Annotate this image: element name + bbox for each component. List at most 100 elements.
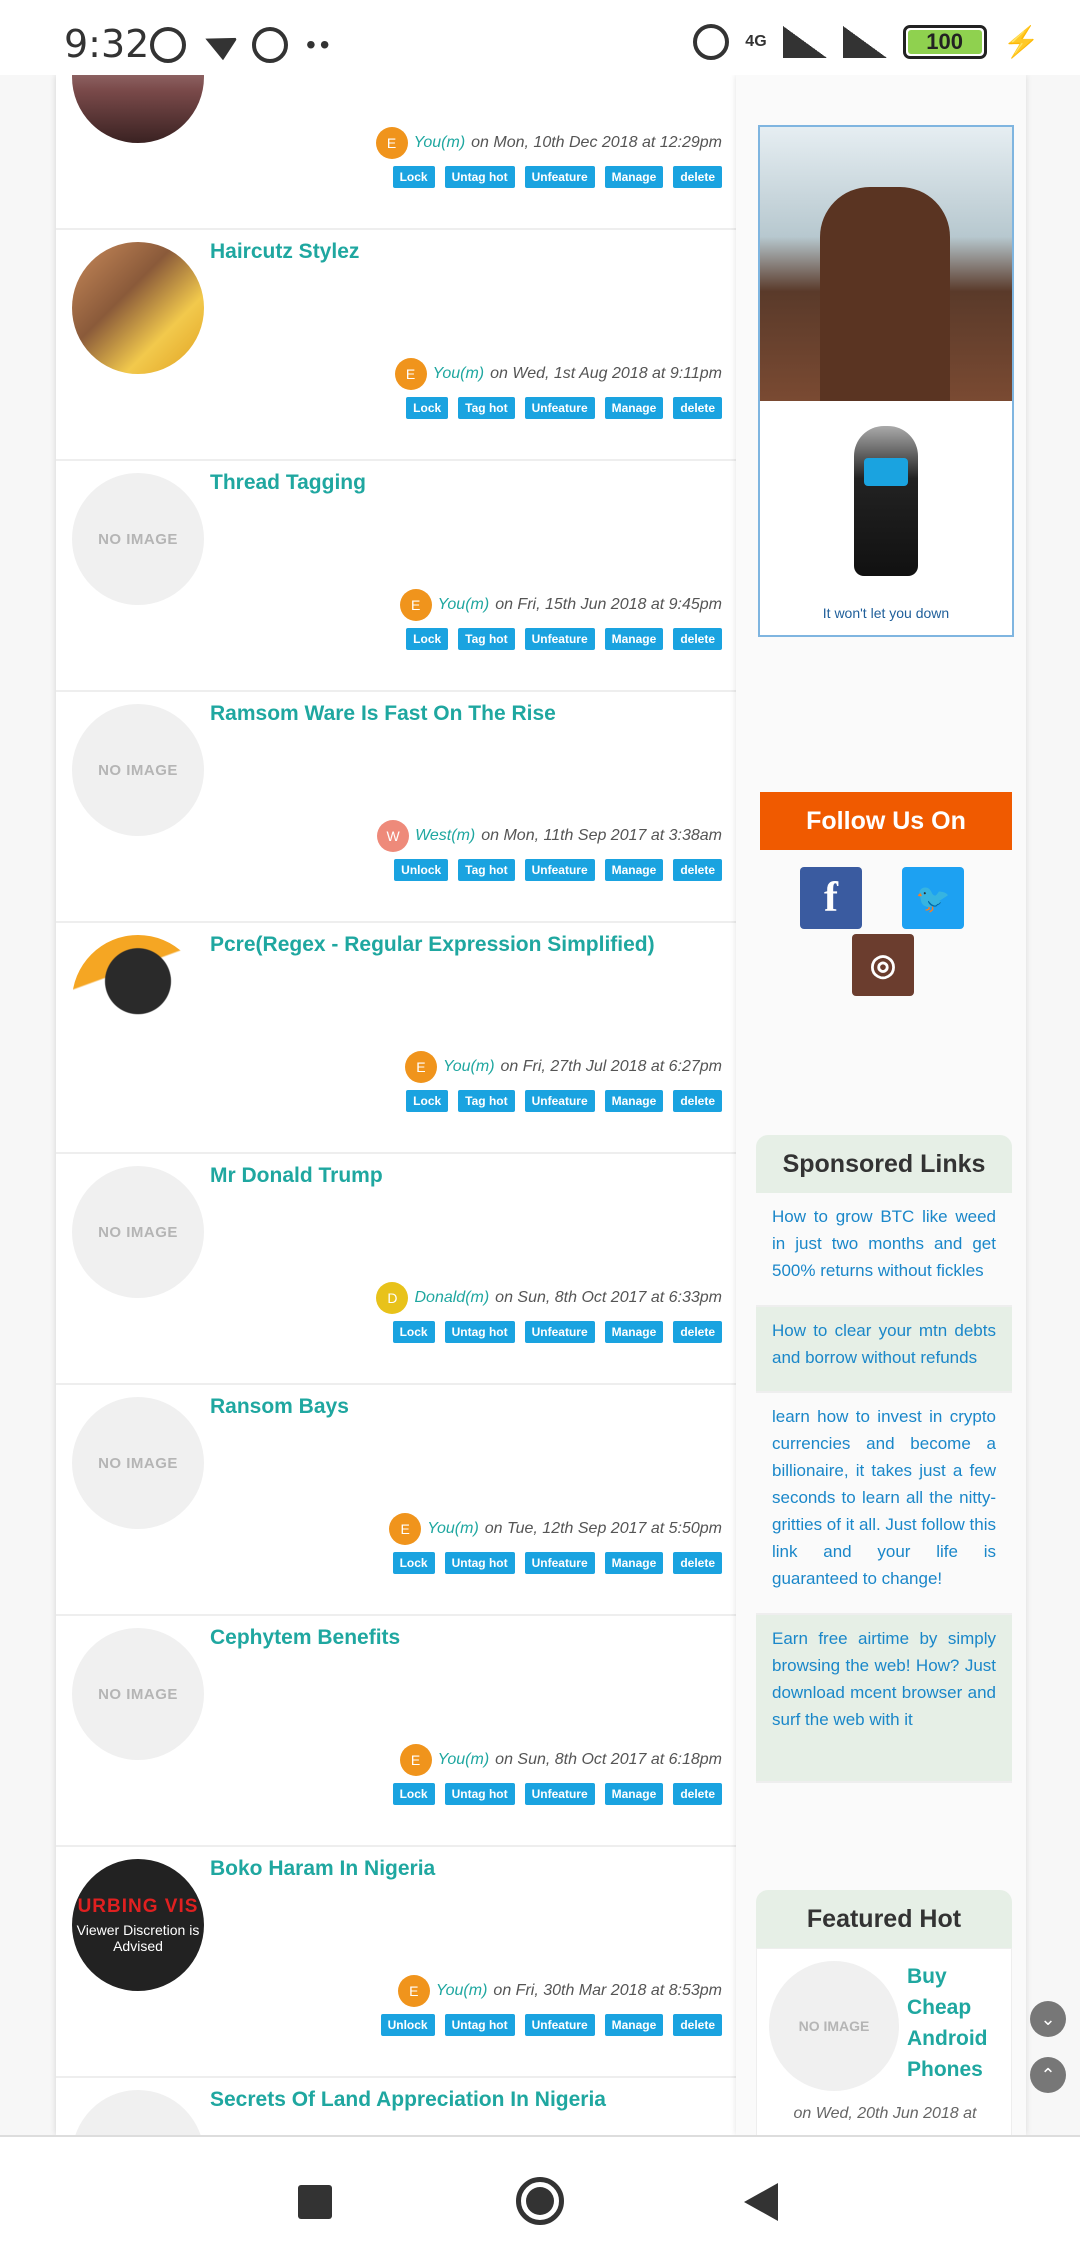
thread-thumbnail[interactable] (72, 242, 204, 374)
manage-button[interactable]: Manage (604, 397, 664, 419)
user-avatar[interactable]: W (377, 820, 410, 852)
thread-author[interactable]: You(m) (414, 134, 466, 152)
unfeature-button[interactable]: Unfeature (524, 2014, 595, 2036)
user-avatar[interactable]: E (375, 127, 408, 159)
lock-button[interactable]: Lock (406, 397, 449, 419)
untag-hot-button[interactable]: Untag hot (444, 1783, 515, 1805)
unfeature-button[interactable]: Unfeature (524, 1552, 595, 1574)
user-avatar[interactable]: E (397, 1975, 430, 2007)
thread-author[interactable]: You(m) (438, 1751, 490, 1769)
thread-author[interactable]: You(m) (438, 596, 490, 614)
thread-author[interactable]: You(m) (427, 1520, 479, 1538)
user-avatar[interactable]: D (376, 1282, 409, 1314)
sponsored-link[interactable]: learn how to invest in crypto currencies… (756, 1393, 1012, 1615)
untag-hot-button[interactable]: Untag hot (444, 2014, 515, 2036)
delete-button[interactable]: delete (673, 166, 722, 188)
scroll-up-button[interactable]: ⌃ (1030, 2057, 1066, 2093)
unfeature-button[interactable]: Unfeature (524, 1783, 595, 1805)
instagram-icon[interactable]: ◎ (852, 934, 914, 996)
lock-button[interactable]: Lock (392, 1552, 435, 1574)
thread-row[interactable]: NO IMAGE Ramsom Ware Is Fast On The Rise W… (56, 692, 736, 923)
thread-title[interactable]: Boko Haram In Nigeria (210, 1857, 435, 1881)
thread-author[interactable]: You(m) (443, 1058, 495, 1076)
thread-title[interactable]: Cephytem Benefits (210, 1626, 400, 1650)
thread-thumbnail[interactable]: NO IMAGE (72, 2090, 204, 2135)
user-avatar[interactable]: E (389, 1513, 422, 1545)
manage-button[interactable]: Manage (604, 166, 664, 188)
unfeature-button[interactable]: Unfeature (524, 1321, 595, 1343)
thread-title[interactable]: Ramsom Ware Is Fast On The Rise (210, 702, 556, 726)
thread-thumbnail[interactable]: NO IMAGE (72, 704, 204, 836)
manage-button[interactable]: Manage (604, 628, 664, 650)
featured-hot-item[interactable]: NO IMAGE Buy Cheap Android Phones on Wed… (756, 1948, 1012, 2135)
manage-button[interactable]: Manage (604, 2014, 664, 2036)
delete-button[interactable]: delete (673, 397, 722, 419)
unfeature-button[interactable]: Unfeature (524, 628, 595, 650)
thread-row[interactable]: NO IMAGE Mr Donald Trump D Donald(m) on Sun,… (56, 1154, 736, 1385)
thread-title[interactable]: Ransom Bays (210, 1395, 349, 1419)
ad-banner[interactable]: It won't let you down (758, 125, 1014, 637)
thread-row[interactable]: NO IMAGE Cephytem Benefits E You(m) on Sun, … (56, 1616, 736, 1847)
facebook-icon[interactable]: f (800, 867, 862, 929)
thread-row[interactable]: NO IMAGE Ransom Bays E You(m) on Tue, 12th S… (56, 1385, 736, 1616)
thread-author[interactable]: West(m) (415, 827, 475, 845)
tag-hot-button[interactable]: Tag hot (458, 628, 515, 650)
thread-thumbnail[interactable] (72, 75, 204, 143)
delete-button[interactable]: delete (673, 1552, 722, 1574)
thread-row[interactable]: Pcre(Regex - Regular Expression Simplifi… (56, 923, 736, 1154)
delete-button[interactable]: delete (673, 859, 722, 881)
thread-row[interactable]: URBING VIS Viewer Discretion is Advised Bo… (56, 1847, 736, 2078)
sponsored-link[interactable]: Earn free airtime by simply browsing the… (756, 1615, 1012, 1783)
unfeature-button[interactable]: Unfeature (524, 166, 595, 188)
thread-title[interactable]: Secrets Of Land Appreciation In Nigeria (210, 2088, 606, 2112)
tag-hot-button[interactable]: Tag hot (458, 859, 515, 881)
featured-title[interactable]: Buy Cheap Android Phones (907, 1961, 1007, 2085)
manage-button[interactable]: Manage (604, 859, 664, 881)
sponsored-link[interactable]: How to grow BTC like weed in just two mo… (756, 1193, 1012, 1307)
manage-button[interactable]: Manage (604, 1090, 664, 1112)
untag-hot-button[interactable]: Untag hot (444, 166, 515, 188)
thread-row[interactable]: E You(m) on Mon, 10th Dec 2018 at 12:29pm L… (56, 75, 736, 230)
thread-title[interactable]: Pcre(Regex - Regular Expression Simplifi… (210, 933, 655, 957)
twitter-icon[interactable]: 🐦 (902, 867, 964, 929)
user-avatar[interactable]: E (399, 589, 432, 621)
unfeature-button[interactable]: Unfeature (524, 1090, 595, 1112)
unfeature-button[interactable]: Unfeature (524, 859, 595, 881)
thread-thumbnail[interactable]: NO IMAGE (72, 1628, 204, 1760)
scroll-down-button[interactable]: ⌄ (1030, 2001, 1066, 2037)
lock-button[interactable]: Lock (406, 1090, 449, 1112)
thread-thumbnail[interactable] (72, 935, 204, 1067)
sponsored-link[interactable]: How to clear your mtn debts and borrow w… (756, 1307, 1012, 1393)
unlock-button[interactable]: Unlock (394, 859, 449, 881)
thread-author[interactable]: Donald(m) (414, 1289, 489, 1307)
user-avatar[interactable]: E (399, 1744, 432, 1776)
delete-button[interactable]: delete (673, 1783, 722, 1805)
tag-hot-button[interactable]: Tag hot (458, 397, 515, 419)
thread-row[interactable]: Haircutz Stylez E You(m) on Wed, 1st Aug 20… (56, 230, 736, 461)
delete-button[interactable]: delete (673, 1090, 722, 1112)
unfeature-button[interactable]: Unfeature (524, 397, 595, 419)
thread-row[interactable]: NO IMAGE Thread Tagging E You(m) on Fri, 15t… (56, 461, 736, 692)
untag-hot-button[interactable]: Untag hot (444, 1321, 515, 1343)
lock-button[interactable]: Lock (392, 166, 435, 188)
thread-thumbnail[interactable]: URBING VIS Viewer Discretion is Advised (72, 1859, 204, 1991)
home-button[interactable] (516, 2177, 564, 2225)
manage-button[interactable]: Manage (604, 1552, 664, 1574)
unlock-button[interactable]: Unlock (380, 2014, 435, 2036)
thread-title[interactable]: Mr Donald Trump (210, 1164, 383, 1188)
thread-author[interactable]: You(m) (436, 1982, 488, 2000)
thread-thumbnail[interactable]: NO IMAGE (72, 1397, 204, 1529)
thread-row[interactable]: NO IMAGESecrets Of Land Appreciation In … (56, 2078, 736, 2135)
thread-thumbnail[interactable]: NO IMAGE (72, 473, 204, 605)
user-avatar[interactable]: E (394, 358, 427, 390)
tag-hot-button[interactable]: Tag hot (458, 1090, 515, 1112)
lock-button[interactable]: Lock (406, 628, 449, 650)
lock-button[interactable]: Lock (392, 1321, 435, 1343)
thread-title[interactable]: Thread Tagging (210, 471, 366, 495)
recent-apps-button[interactable] (298, 2185, 332, 2219)
thread-author[interactable]: You(m) (433, 365, 485, 383)
delete-button[interactable]: delete (673, 2014, 722, 2036)
delete-button[interactable]: delete (673, 1321, 722, 1343)
manage-button[interactable]: Manage (604, 1783, 664, 1805)
manage-button[interactable]: Manage (604, 1321, 664, 1343)
